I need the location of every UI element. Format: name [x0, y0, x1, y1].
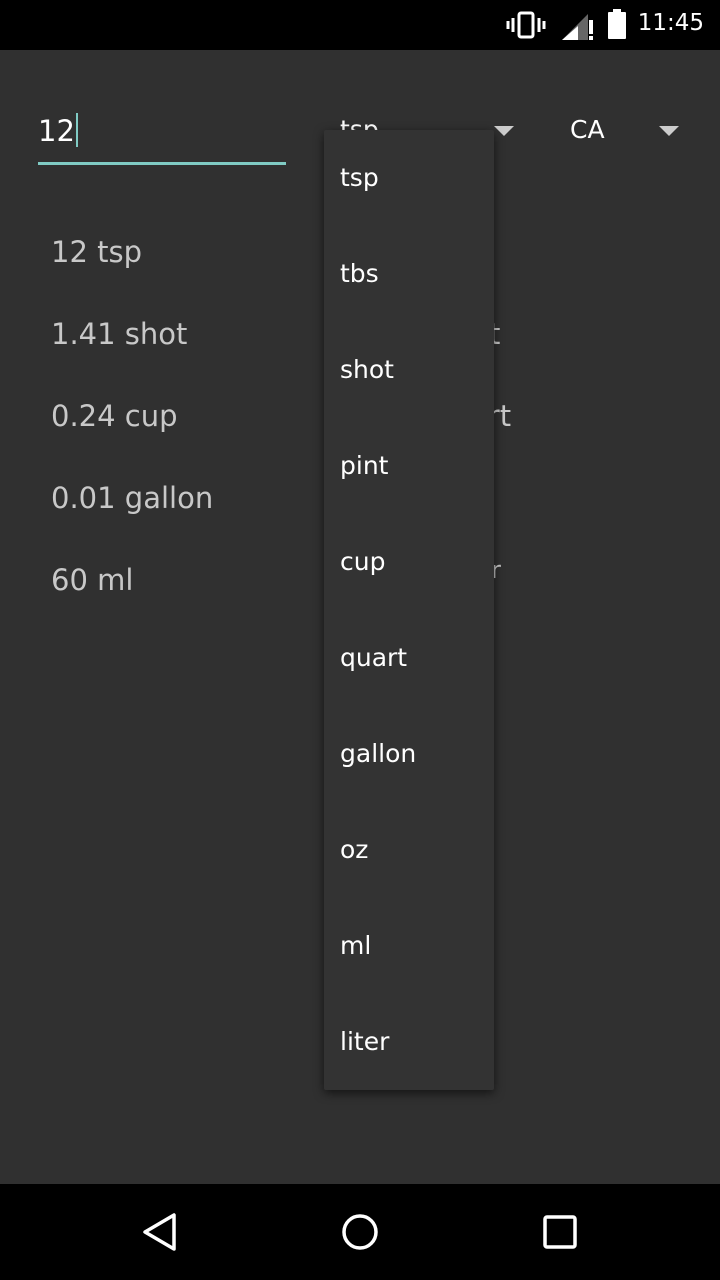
dropdown-item-pint[interactable]: pint — [324, 418, 494, 514]
dropdown-item-liter[interactable]: liter — [324, 994, 494, 1090]
result-item: 60 ml — [51, 563, 134, 597]
recents-icon[interactable] — [540, 1212, 580, 1256]
battery-icon — [606, 8, 630, 44]
amount-input[interactable]: 12 — [38, 110, 286, 165]
navigation-bar — [0, 1184, 720, 1280]
converter-screen: 12 tsp CA 12 tsp 1.41 shot 0.24 cup 0.01… — [0, 50, 720, 1184]
status-time: 11:45 — [637, 10, 704, 36]
signal-icon — [560, 10, 596, 46]
home-icon[interactable] — [340, 1212, 380, 1256]
result-item: 12 tsp — [51, 235, 143, 269]
unit-dropdown-menu: tsp tbs shot pint cup quart gallon oz ml… — [324, 130, 494, 1090]
back-icon[interactable] — [140, 1212, 180, 1256]
dropdown-item-oz[interactable]: oz — [324, 802, 494, 898]
result-item: 0.01 gallon — [51, 481, 214, 515]
status-bar: 11:45 — [0, 0, 720, 50]
to-unit-label: CA — [570, 115, 605, 144]
dropdown-item-shot[interactable]: shot — [324, 322, 494, 418]
result-item: 1.41 shot — [51, 317, 188, 351]
dropdown-item-tsp[interactable]: tsp — [324, 130, 494, 226]
dropdown-item-ml[interactable]: ml — [324, 898, 494, 994]
to-unit-dropdown-arrow-icon — [659, 126, 679, 136]
text-cursor — [75, 113, 78, 147]
result-item: 0.24 cup — [51, 399, 178, 433]
amount-value: 12 — [38, 114, 75, 148]
dropdown-item-cup[interactable]: cup — [324, 514, 494, 610]
from-unit-dropdown-arrow-icon — [494, 126, 514, 136]
dropdown-item-gallon[interactable]: gallon — [324, 706, 494, 802]
to-unit-spinner[interactable]: CA — [570, 102, 690, 158]
dropdown-item-tbs[interactable]: tbs — [324, 226, 494, 322]
vibrate-icon — [506, 10, 546, 44]
dropdown-item-quart[interactable]: quart — [324, 610, 494, 706]
